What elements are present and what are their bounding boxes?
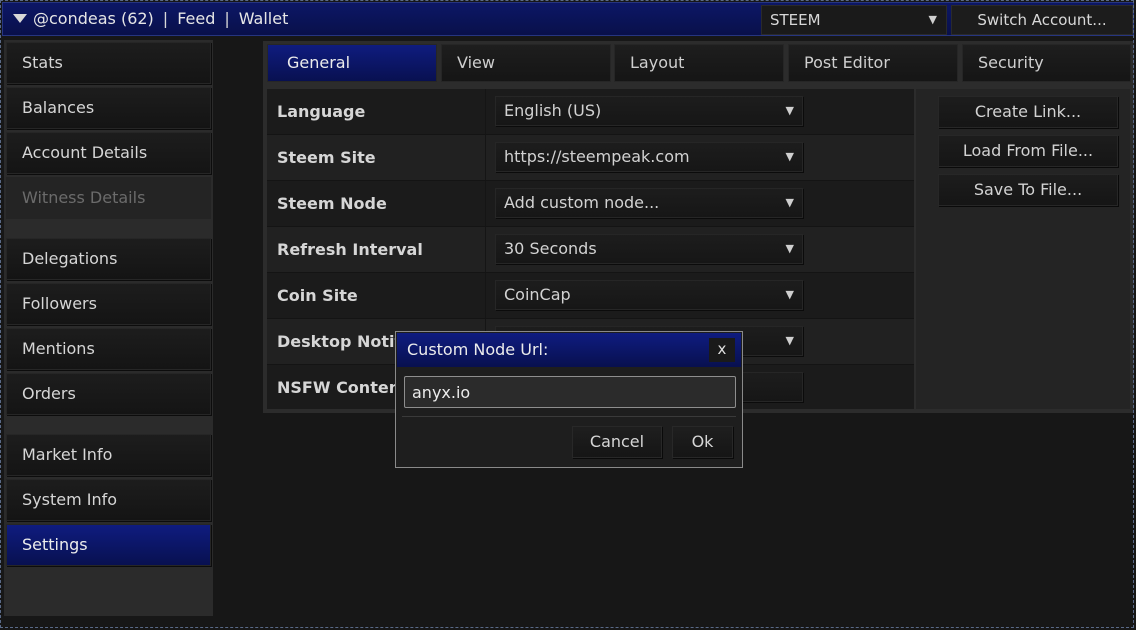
custom-node-url-input[interactable] xyxy=(404,376,736,408)
setting-label: Steem Node xyxy=(277,194,387,213)
select-value: Add custom node... xyxy=(504,193,660,212)
custom-node-dialog: Custom Node Url: x Cancel Ok xyxy=(395,331,743,468)
row-divider xyxy=(485,273,486,318)
row-divider xyxy=(485,135,486,180)
save-to-file-button[interactable]: Save To File... xyxy=(938,174,1118,206)
sidebar-item-mentions[interactable]: Mentions xyxy=(6,328,211,370)
account-nav: @condeas (62) | Feed | Wallet xyxy=(13,3,288,35)
sidebar-item-followers[interactable]: Followers xyxy=(6,283,211,325)
setting-row-steem-site: Steem Site https://steempeak.com ▼ xyxy=(267,135,914,181)
tab-security[interactable]: Security xyxy=(962,44,1131,82)
tab-view[interactable]: View xyxy=(441,44,611,82)
caret-down-icon[interactable] xyxy=(13,13,27,23)
sidebar-item-settings[interactable]: Settings xyxy=(6,524,211,566)
setting-row-steem-node: Steem Node Add custom node... ▼ xyxy=(267,181,914,227)
nav-separator: | xyxy=(224,9,230,28)
chevron-down-icon: ▼ xyxy=(928,13,937,26)
steem-site-select[interactable]: https://steempeak.com ▼ xyxy=(495,142,803,172)
setting-row-coin-site: Coin Site CoinCap ▼ xyxy=(267,273,914,319)
chevron-down-icon: ▼ xyxy=(785,242,794,255)
load-from-file-button[interactable]: Load From File... xyxy=(938,135,1118,167)
select-value: English (US) xyxy=(504,101,602,120)
dialog-divider xyxy=(402,416,736,417)
row-divider xyxy=(485,89,486,134)
chevron-down-icon: ▼ xyxy=(785,334,794,347)
sidebar-item-account-details[interactable]: Account Details xyxy=(6,132,211,174)
select-value: https://steempeak.com xyxy=(504,147,690,166)
setting-label: Steem Site xyxy=(277,148,376,167)
close-icon[interactable]: x xyxy=(709,338,735,362)
coin-select-value: STEEM xyxy=(770,11,821,29)
sidebar-item-witness-details: Witness Details xyxy=(6,177,211,219)
setting-label: Language xyxy=(277,102,366,121)
coin-site-select[interactable]: CoinCap ▼ xyxy=(495,280,803,310)
sidebar-item-stats[interactable]: Stats xyxy=(6,42,211,84)
account-menu-link[interactable]: @condeas (62) xyxy=(33,9,154,28)
sidebar-item-orders[interactable]: Orders xyxy=(6,373,211,415)
sidebar: Stats Balances Account Details Witness D… xyxy=(4,40,213,616)
row-divider xyxy=(485,227,486,272)
select-value: 30 Seconds xyxy=(504,239,597,258)
cancel-button[interactable]: Cancel xyxy=(572,426,662,458)
ok-button[interactable]: Ok xyxy=(672,426,733,458)
refresh-interval-select[interactable]: 30 Seconds ▼ xyxy=(495,234,803,264)
sidebar-item-system-info[interactable]: System Info xyxy=(6,479,211,521)
setting-row-refresh-interval: Refresh Interval 30 Seconds ▼ xyxy=(267,227,914,273)
settings-actions: Create Link... Load From File... Save To… xyxy=(916,89,1130,409)
steem-node-select[interactable]: Add custom node... ▼ xyxy=(495,188,803,218)
tab-layout[interactable]: Layout xyxy=(614,44,784,82)
chevron-down-icon: ▼ xyxy=(785,196,794,209)
dialog-title-bar: Custom Node Url: x xyxy=(397,333,741,367)
chevron-down-icon: ▼ xyxy=(785,288,794,301)
select-value: CoinCap xyxy=(504,285,571,304)
create-link-button[interactable]: Create Link... xyxy=(938,96,1118,128)
dialog-title: Custom Node Url: xyxy=(407,340,549,359)
setting-label: NSFW Content xyxy=(277,378,408,397)
nav-separator: | xyxy=(162,9,169,28)
top-bar: @condeas (62) | Feed | Wallet STEEM ▼ Switch… xyxy=(2,2,1134,36)
tab-post-editor[interactable]: Post Editor xyxy=(788,44,958,82)
switch-account-button[interactable]: Switch Account... xyxy=(951,5,1133,35)
sidebar-item-market-info[interactable]: Market Info xyxy=(6,434,211,476)
setting-label: Coin Site xyxy=(277,286,358,305)
row-divider xyxy=(485,181,486,226)
chevron-down-icon: ▼ xyxy=(785,150,794,163)
setting-row-language: Language English (US) ▼ xyxy=(267,89,914,135)
chevron-down-icon: ▼ xyxy=(785,104,794,117)
tab-general[interactable]: General xyxy=(267,44,437,82)
nav-link-feed[interactable]: Feed xyxy=(177,9,215,28)
setting-label: Refresh Interval xyxy=(277,240,423,259)
coin-select[interactable]: STEEM ▼ xyxy=(761,5,947,35)
sidebar-item-delegations[interactable]: Delegations xyxy=(6,238,211,280)
sidebar-item-balances[interactable]: Balances xyxy=(6,87,211,129)
nav-link-wallet[interactable]: Wallet xyxy=(239,9,289,28)
language-select[interactable]: English (US) ▼ xyxy=(495,96,803,126)
